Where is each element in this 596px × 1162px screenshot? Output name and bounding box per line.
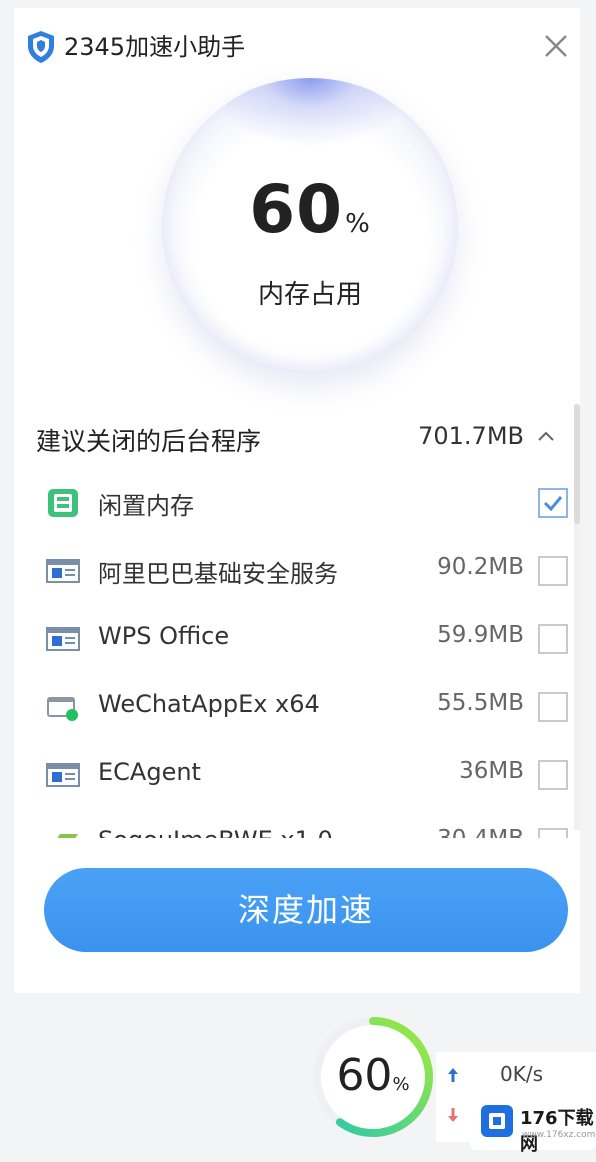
list-item[interactable]: WeChatAppEx x64 55.5MB [14,674,574,741]
item-name: 阿里巴巴基础安全服务 [98,560,338,588]
section-total-size: 701.7MB [418,422,524,450]
item-checkbox[interactable] [538,624,568,654]
widget-percent-unit: % [392,1074,410,1095]
list-item[interactable]: WPS Office 59.9MB [14,606,574,673]
list-item[interactable]: 闲置内存 [14,470,574,537]
item-name: WPS Office [98,622,230,650]
list-item[interactable]: ECAgent 36MB [14,742,574,809]
deep-boost-button[interactable]: 深度加速 [44,868,568,952]
item-size: 59.9MB [437,622,524,648]
upload-speed: 0K/s [500,1062,543,1086]
memory-percent-unit: % [345,209,371,239]
wechat-app-icon [47,697,78,721]
memory-usage-circle: 60% 内存占用 [162,78,458,374]
memory-usage-label: 内存占用 [257,280,362,310]
check-icon [543,496,563,512]
chevron-up-icon[interactable] [536,428,556,444]
item-checkbox[interactable] [538,556,568,586]
list-item[interactable]: SogouImeBWE x1.0 30.4MB [14,810,574,838]
memory-usage-value: 60% [162,170,458,264]
site-logo-icon [481,1105,513,1137]
memory-percent-number: 60 [249,171,344,248]
item-checkbox[interactable] [538,692,568,722]
section-header: 建议关闭的后台程序 701.7MB [14,398,574,478]
green-app-icon [57,834,78,838]
item-size: 55.5MB [437,690,524,716]
app-window-icon [46,763,80,787]
idle-memory-icon [48,489,78,517]
item-name: ECAgent [98,758,201,786]
widget-percent-number: 60 [336,1050,393,1101]
app-window-icon [46,627,80,651]
arrow-up-icon [448,1068,458,1082]
background-program-list[interactable]: 建议关闭的后台程序 701.7MB 闲置内存 阿里巴巴基础安全服务 90.2MB… [14,398,580,838]
app-title: 2345加速小助手 [64,33,246,61]
floating-memory-widget[interactable]: 60% [308,1012,438,1142]
app-window-icon [46,559,80,583]
memory-glow [202,78,418,148]
item-size: 36MB [459,758,524,784]
item-checkbox[interactable] [538,760,568,790]
title-bar[interactable]: 2345加速小助手 [14,8,580,84]
item-name: 闲置内存 [98,492,194,520]
item-name: WeChatAppEx x64 [98,690,320,718]
accelerator-panel: 2345加速小助手 60% 内存占用 建议关闭的后台程序 701.7MB 闲置内… [14,8,580,993]
arrow-down-icon [448,1108,458,1122]
item-size: 90.2MB [437,554,524,580]
site-watermark: 176下载网 www.176xz.com [470,1096,596,1155]
shield-icon [28,31,54,63]
section-title: 建议关闭的后台程序 [36,427,262,456]
widget-percent: 60% [308,1050,438,1101]
item-checkbox[interactable] [538,488,568,518]
scrollbar-thumb[interactable] [574,404,580,524]
close-icon[interactable] [540,30,572,62]
item-name: SogouImeBWE x1.0 [98,826,333,838]
item-checkbox[interactable] [538,828,568,838]
list-item[interactable]: 阿里巴巴基础安全服务 90.2MB [14,538,574,605]
item-size: 30.4MB [437,826,524,838]
watermark-url: www.176xz.com [522,1130,596,1140]
